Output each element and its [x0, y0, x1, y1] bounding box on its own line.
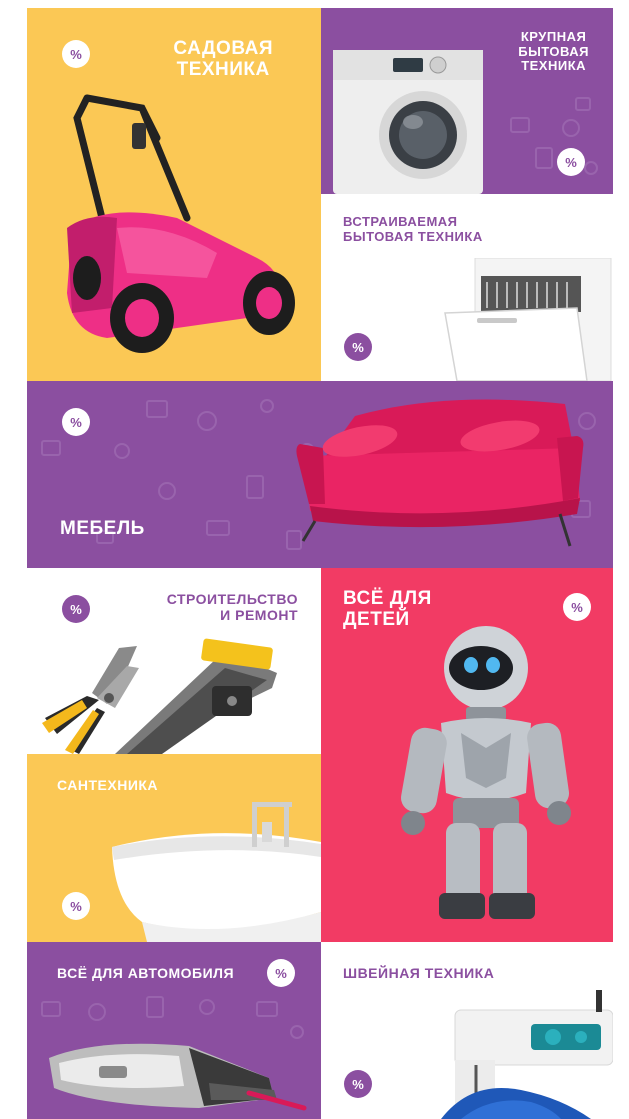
lawn-mower-icon [67, 94, 295, 353]
discount-badge: % [344, 1070, 372, 1098]
washing-machine-icon [333, 50, 483, 194]
category-tile-large-appliances[interactable]: КРУПНАЯ БЫТОВАЯ ТЕХНИКА % [321, 8, 613, 194]
category-tile-garden[interactable]: % САДОВАЯ ТЕХНИКА [27, 8, 321, 381]
category-title: КРУПНАЯ БЫТОВАЯ ТЕХНИКА [518, 29, 589, 74]
category-tile-plumbing[interactable]: САНТЕХНИКА % [27, 754, 321, 942]
discount-badge: % [62, 40, 90, 68]
dishwasher-icon [444, 258, 612, 381]
discount-badge: % [62, 892, 90, 920]
category-tile-sewing[interactable]: ШВЕЙНАЯ ТЕХНИКА % [321, 942, 613, 1119]
category-title: ВСЁ ДЛЯ АВТОМОБИЛЯ [57, 965, 235, 981]
category-tile-furniture[interactable]: % МЕБЕЛЬ [27, 381, 613, 568]
category-tile-kids[interactable]: ВСЁ ДЛЯ ДЕТЕЙ % [321, 568, 613, 942]
bathtub-icon [112, 802, 321, 942]
category-tile-auto[interactable]: ВСЁ ДЛЯ АВТОМОБИЛЯ % [27, 942, 321, 1119]
discount-badge: % [557, 148, 585, 176]
robot-toy-icon [401, 626, 571, 919]
discount-badge: % [62, 595, 90, 623]
discount-badge: % [563, 593, 591, 621]
category-title: ВСТРАИВАЕМАЯ БЫТОВАЯ ТЕХНИКА [343, 214, 483, 244]
category-title: ШВЕЙНАЯ ТЕХНИКА [343, 965, 495, 981]
category-title: САДОВАЯ ТЕХНИКА [173, 38, 273, 81]
discount-badge: % [344, 333, 372, 361]
category-grid: % САДОВАЯ ТЕХНИКА КРУПНАЯ БЫТОВАЯ ТЕХНИК… [0, 0, 629, 1119]
discount-badge: % [267, 959, 295, 987]
category-title: СТРОИТЕЛЬСТВО И РЕМОНТ [166, 591, 298, 623]
category-tile-construction[interactable]: % СТРОИТЕЛЬСТВО И РЕМОНТ [27, 568, 321, 754]
category-title: САНТЕХНИКА [57, 777, 159, 793]
discount-badge: % [62, 408, 90, 436]
pliers-stapler-icon [42, 638, 277, 754]
sofa-icon [296, 399, 584, 547]
category-tile-builtin-appliances[interactable]: ВСТРАИВАЕМАЯ БЫТОВАЯ ТЕХНИКА % [321, 194, 613, 381]
sewing-machine-icon [441, 990, 613, 1119]
car-vacuum-icon [49, 1043, 307, 1111]
category-title: МЕБЕЛЬ [60, 518, 145, 539]
